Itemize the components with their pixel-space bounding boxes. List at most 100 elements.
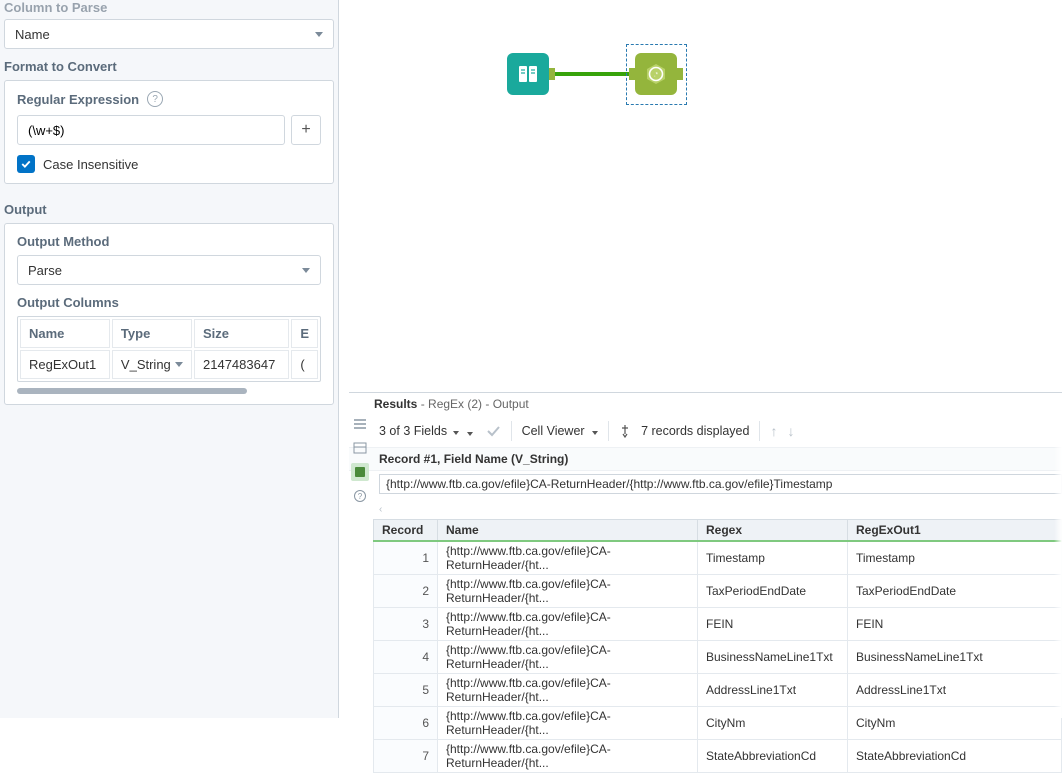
col-type-cell[interactable]: V_String <box>112 350 192 379</box>
col-header-expr[interactable]: E <box>291 319 318 348</box>
cell-name[interactable]: {http://www.ftb.ca.gov/efile}CA-ReturnHe… <box>438 674 698 707</box>
check-icon[interactable] <box>485 423 501 439</box>
output-port[interactable] <box>549 68 555 80</box>
cell-name[interactable]: {http://www.ftb.ca.gov/efile}CA-ReturnHe… <box>438 740 698 773</box>
cell-regex[interactable]: StateAbbreviationCd <box>698 740 848 773</box>
output-method-label: Output Method <box>17 234 321 249</box>
column-to-parse-select[interactable]: Name <box>4 19 334 49</box>
separator <box>511 421 512 441</box>
chevron-down-icon <box>302 268 310 273</box>
results-breadcrumb: Results - RegEx (2) - Output <box>349 393 1062 417</box>
regex-tool-node[interactable]: .* <box>635 53 677 95</box>
connection-wire <box>555 72 629 76</box>
output-columns-label: Output Columns <box>17 295 321 310</box>
grid-header-regex[interactable]: Regex <box>698 520 848 542</box>
cell-out[interactable]: StateAbbreviationCd <box>848 740 1062 773</box>
book-icon <box>516 62 540 86</box>
cell-name[interactable]: {http://www.ftb.ca.gov/efile}CA-ReturnHe… <box>438 608 698 641</box>
record-info-label: Record #1, Field Name (V_String) <box>349 448 1062 471</box>
workflow-canvas[interactable]: .* <box>339 0 1062 392</box>
cell-viewer-dropdown[interactable]: Cell Viewer <box>522 424 598 438</box>
grid-header-record[interactable]: Record <box>374 520 438 542</box>
cell-name[interactable]: {http://www.ftb.ca.gov/efile}CA-ReturnHe… <box>438 707 698 740</box>
cell-out[interactable]: AddressLine1Txt <box>848 674 1062 707</box>
cell-name[interactable]: {http://www.ftb.ca.gov/efile}CA-ReturnHe… <box>438 541 698 575</box>
add-regex-button[interactable]: + <box>291 115 321 145</box>
cell-out[interactable]: TaxPeriodEndDate <box>848 575 1062 608</box>
format-box: Regular Expression ? + Case Insensitive <box>4 80 334 184</box>
column-to-parse-label: Column to Parse <box>4 0 334 19</box>
checkbox-checked-icon <box>17 155 35 173</box>
svg-text:?: ? <box>358 492 363 501</box>
cell-regex[interactable]: FEIN <box>698 608 848 641</box>
fields-dropdown-2[interactable] <box>465 424 475 439</box>
horizontal-scroll-indicator[interactable]: ‹ <box>349 504 1062 519</box>
cell-out[interactable]: Timestamp <box>848 541 1062 575</box>
regex-input[interactable] <box>17 115 285 145</box>
row-number: 5 <box>374 674 438 707</box>
col-expr-cell[interactable]: ( <box>291 350 318 379</box>
cell-out[interactable]: CityNm <box>848 707 1062 740</box>
col-header-name[interactable]: Name <box>20 319 110 348</box>
grid-header-out[interactable]: RegExOut1 <box>848 520 1062 542</box>
cell-regex[interactable]: CityNm <box>698 707 848 740</box>
output-column-row[interactable]: RegExOut1 V_String 2147483647 ( <box>20 350 318 379</box>
output-method-select[interactable]: Parse <box>17 255 321 285</box>
output-columns-table: Name Type Size E RegExOut1 V_String 2147… <box>17 316 321 382</box>
config-panel: Column to Parse Name Format to Convert R… <box>0 0 339 718</box>
table-row[interactable]: 7{http://www.ftb.ca.gov/efile}CA-ReturnH… <box>374 740 1062 773</box>
cell-name[interactable]: {http://www.ftb.ca.gov/efile}CA-ReturnHe… <box>438 641 698 674</box>
results-toolbar: 3 of 3 Fields Cell Viewer 7 records disp… <box>349 417 1062 448</box>
pin-icon[interactable] <box>619 424 631 438</box>
row-number: 1 <box>374 541 438 575</box>
cell-regex[interactable]: BusinessNameLine1Txt <box>698 641 848 674</box>
svg-text:.*: .* <box>654 73 659 79</box>
row-number: 3 <box>374 608 438 641</box>
grid-header-name[interactable]: Name <box>438 520 698 542</box>
cell-out[interactable]: BusinessNameLine1Txt <box>848 641 1062 674</box>
col-name-cell[interactable]: RegExOut1 <box>20 350 110 379</box>
table-row[interactable]: 3{http://www.ftb.ca.gov/efile}CA-ReturnH… <box>374 608 1062 641</box>
horizontal-scrollbar[interactable] <box>17 388 247 394</box>
regex-icon: .* <box>644 62 668 86</box>
results-sidebar: ? <box>349 415 371 505</box>
cell-regex[interactable]: Timestamp <box>698 541 848 575</box>
list-icon[interactable] <box>351 415 369 433</box>
table-row[interactable]: 5{http://www.ftb.ca.gov/efile}CA-ReturnH… <box>374 674 1062 707</box>
chevron-down-icon <box>175 362 183 367</box>
separator <box>608 421 609 441</box>
arrow-up-icon[interactable]: ↑ <box>770 423 777 439</box>
col-header-size[interactable]: Size <box>194 319 289 348</box>
record-value-cell[interactable]: {http://www.ftb.ca.gov/efile}CA-ReturnHe… <box>379 474 1062 494</box>
records-displayed-label: 7 records displayed <box>641 424 749 438</box>
output-section-label: Output <box>4 194 334 223</box>
data-icon[interactable] <box>351 463 369 481</box>
arrow-down-icon[interactable]: ↓ <box>787 423 794 439</box>
column-to-parse-value: Name <box>15 27 50 42</box>
help-icon[interactable]: ? <box>147 91 163 107</box>
table-row[interactable]: 2{http://www.ftb.ca.gov/efile}CA-ReturnH… <box>374 575 1062 608</box>
fields-dropdown[interactable]: 3 of 3 Fields <box>379 424 459 438</box>
cell-regex[interactable]: TaxPeriodEndDate <box>698 575 848 608</box>
format-to-convert-label: Format to Convert <box>4 49 334 80</box>
row-number: 2 <box>374 575 438 608</box>
case-insensitive-checkbox[interactable]: Case Insensitive <box>17 155 321 173</box>
chevron-down-icon <box>315 32 323 37</box>
text-input-tool-node[interactable] <box>507 53 549 95</box>
row-number: 6 <box>374 707 438 740</box>
cell-name[interactable]: {http://www.ftb.ca.gov/efile}CA-ReturnHe… <box>438 575 698 608</box>
table-row[interactable]: 4{http://www.ftb.ca.gov/efile}CA-ReturnH… <box>374 641 1062 674</box>
separator <box>759 421 760 441</box>
cell-out[interactable]: FEIN <box>848 608 1062 641</box>
col-header-type[interactable]: Type <box>112 319 192 348</box>
fade-overlay <box>1054 393 1062 718</box>
table-icon[interactable] <box>351 439 369 457</box>
row-number: 4 <box>374 641 438 674</box>
cell-regex[interactable]: AddressLine1Txt <box>698 674 848 707</box>
results-panel: Results - RegEx (2) - Output ? 3 of 3 Fi… <box>349 392 1062 718</box>
case-insensitive-label: Case Insensitive <box>43 157 138 172</box>
info-icon[interactable]: ? <box>351 487 369 505</box>
col-size-cell[interactable]: 2147483647 <box>194 350 289 379</box>
table-row[interactable]: 6{http://www.ftb.ca.gov/efile}CA-ReturnH… <box>374 707 1062 740</box>
table-row[interactable]: 1{http://www.ftb.ca.gov/efile}CA-ReturnH… <box>374 541 1062 575</box>
